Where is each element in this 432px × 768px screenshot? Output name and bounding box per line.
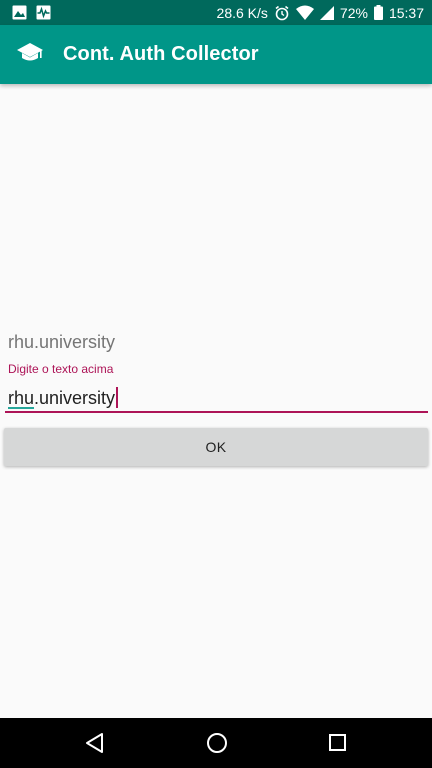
app-bar: Cont. Auth Collector (0, 25, 432, 84)
input-underline (5, 411, 428, 413)
input-value-misspelled: rhu (8, 388, 35, 408)
recents-icon[interactable] (327, 731, 349, 755)
signal-icon (319, 5, 334, 20)
back-icon[interactable] (84, 731, 106, 755)
status-bar: 28.6 K/s 72% 15:37 (0, 0, 432, 25)
input-value-rest: .university (34, 388, 116, 408)
target-text: rhu.university (8, 332, 116, 352)
ok-button[interactable]: OK (4, 428, 428, 466)
battery-icon (373, 5, 383, 20)
activity-notification-icon (36, 5, 51, 20)
graduation-cap-icon (17, 42, 43, 69)
home-icon[interactable] (205, 731, 229, 755)
battery-percent: 72% (339, 4, 368, 21)
input-value[interactable]: rhu.university (8, 387, 119, 409)
navigation-bar (0, 718, 432, 768)
image-notification-icon (12, 5, 27, 20)
clock: 15:37 (388, 4, 424, 21)
text-cursor (116, 387, 119, 408)
alarm-icon (274, 5, 290, 21)
app-title: Cont. Auth Collector (63, 43, 259, 65)
network-speed: 28.6 K/s (216, 4, 268, 21)
input-label: Digite o texto acima (8, 362, 114, 376)
text-input[interactable]: rhu.university (5, 383, 428, 413)
wifi-icon (295, 5, 314, 20)
